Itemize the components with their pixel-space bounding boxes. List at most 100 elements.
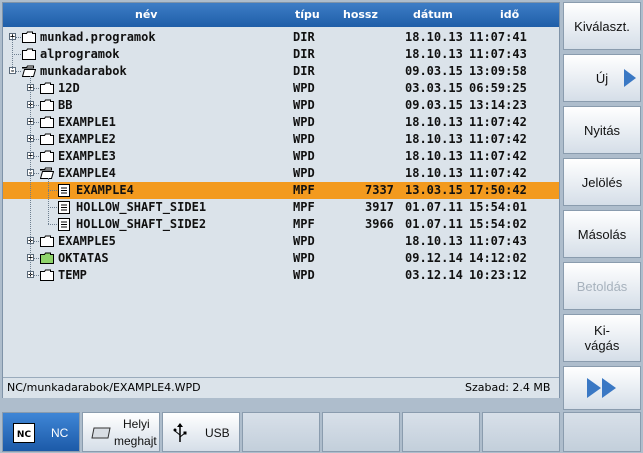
- row-time: 11:07:42: [469, 149, 527, 163]
- row-type: WPD: [293, 251, 315, 265]
- copy-softkey[interactable]: Másolás: [563, 210, 641, 258]
- row-size: 7337: [365, 183, 394, 197]
- row-type: WPD: [293, 166, 315, 180]
- table-row[interactable]: + TEMP WPD 03.12.14 10:23:12: [3, 267, 559, 284]
- row-name: HOLLOW_SHAFT_SIDE1: [76, 200, 207, 214]
- folder-icon: [40, 235, 54, 247]
- mark-softkey-label: Jelölés: [581, 174, 623, 190]
- table-row[interactable]: alprogramok DIR 18.10.13 11:07:43: [3, 46, 559, 63]
- row-date: 09.03.15: [405, 64, 463, 78]
- file-icon: [58, 218, 72, 231]
- table-row[interactable]: - EXAMPLE4 WPD 18.10.13 11:07:42: [3, 165, 559, 182]
- tree-connector: [48, 190, 57, 191]
- table-row[interactable]: + BB WPD 09.03.15 13:14:23: [3, 97, 559, 114]
- row-date: 03.12.14: [405, 268, 463, 282]
- folder-icon: [40, 150, 54, 162]
- tree-connector: [48, 178, 49, 224]
- window: név típu hossz dátum idő + munkad.program…: [0, 0, 643, 453]
- copy-softkey-label: Másolás: [577, 226, 627, 242]
- row-time: 11:07:42: [469, 132, 527, 146]
- table-row[interactable]: +12D WPD 03.03.15 06:59:25: [3, 80, 559, 97]
- row-type: MPF: [293, 217, 315, 231]
- softkey-blank-8[interactable]: [563, 412, 641, 452]
- col-date[interactable]: dátum: [413, 8, 453, 21]
- row-name: TEMP: [58, 268, 87, 282]
- cut-softkey[interactable]: Ki-vágás: [563, 314, 641, 362]
- row-name: EXAMPLE5: [58, 234, 116, 248]
- softkey-blank-4[interactable]: [242, 412, 320, 452]
- free-space: Szabad: 2.4 MB: [465, 381, 551, 394]
- arrow-right-icon: [624, 69, 636, 87]
- tree-connector: [34, 156, 39, 157]
- col-size[interactable]: hossz: [343, 8, 378, 21]
- row-time: 17:50:42: [469, 183, 527, 197]
- row-type: WPD: [293, 132, 315, 146]
- row-time: 13:14:23: [469, 98, 527, 112]
- table-row[interactable]: + OKTATAS WPD 09.12.14 14:12:02: [3, 250, 559, 267]
- tree-connector: [34, 122, 39, 123]
- tree-connector: [12, 37, 13, 71]
- table-row-selected[interactable]: EXAMPLE4 MPF 7337 13.03.15 17:50:42: [3, 182, 559, 199]
- select-softkey[interactable]: Kiválaszt.: [563, 2, 641, 50]
- file-icon: [58, 184, 72, 197]
- row-name: OKTATAS: [58, 251, 109, 265]
- col-time[interactable]: idő: [500, 8, 519, 21]
- row-name: EXAMPLE4: [76, 183, 134, 197]
- new-softkey[interactable]: Új: [563, 54, 641, 102]
- mark-softkey[interactable]: Jelölés: [563, 158, 641, 206]
- row-size: 3917: [365, 200, 394, 214]
- nc-icon: NC: [13, 423, 35, 443]
- local-drive-softkey[interactable]: Helyi meghajt: [82, 412, 160, 452]
- file-browser: név típu hossz dátum idő + munkad.program…: [2, 2, 560, 398]
- folder-open-icon: [21, 65, 37, 77]
- row-name: EXAMPLE2: [58, 132, 116, 146]
- row-date: 01.07.11: [405, 200, 463, 214]
- folder-icon: [40, 82, 54, 94]
- tree-connector: [30, 76, 31, 275]
- local-drive-label-1: Helyi: [123, 417, 150, 431]
- softkey-blank-6[interactable]: [402, 412, 480, 452]
- table-row[interactable]: - munkadarabok DIR 09.03.15 13:09:58: [3, 63, 559, 80]
- table-row[interactable]: HOLLOW_SHAFT_SIDE2 MPF 3966 01.07.11 15:54:0…: [3, 216, 559, 233]
- row-type: WPD: [293, 234, 315, 248]
- more-softkey[interactable]: [563, 366, 641, 410]
- row-date: 01.07.11: [405, 217, 463, 231]
- paste-softkey[interactable]: Betoldás: [563, 262, 641, 310]
- status-bar: NC/munkadarabok/EXAMPLE4.WPD Szabad: 2.4…: [3, 377, 559, 398]
- table-row[interactable]: + EXAMPLE3 WPD 18.10.13 11:07:42: [3, 148, 559, 165]
- row-date: 18.10.13: [405, 47, 463, 61]
- folder-icon: [40, 269, 54, 281]
- table-row[interactable]: + EXAMPLE2 WPD 18.10.13 11:07:42: [3, 131, 559, 148]
- open-softkey-label: Nyitás: [583, 122, 621, 138]
- row-time: 11:07:42: [469, 115, 527, 129]
- softkey-blank-7[interactable]: [482, 412, 560, 452]
- folder-open-icon: [39, 167, 55, 179]
- col-type[interactable]: típu: [295, 8, 320, 21]
- tree-connector: [34, 139, 39, 140]
- row-type: WPD: [293, 98, 315, 112]
- tree-connector: [16, 37, 21, 38]
- row-date: 09.03.15: [405, 98, 463, 112]
- row-name: munkadarabok: [40, 64, 127, 78]
- row-date: 03.03.15: [405, 81, 463, 95]
- table-row[interactable]: + EXAMPLE5 WPD 18.10.13 11:07:43: [3, 233, 559, 250]
- row-time: 11:07:42: [469, 166, 527, 180]
- softkey-blank-5[interactable]: [322, 412, 400, 452]
- row-type: DIR: [293, 64, 315, 78]
- cut-softkey-label: Ki-vágás: [585, 323, 620, 353]
- nc-softkey[interactable]: NC NC: [2, 412, 80, 452]
- col-name[interactable]: név: [135, 8, 157, 21]
- table-row[interactable]: HOLLOW_SHAFT_SIDE1 MPF 3917 01.07.11 15:54:0…: [3, 199, 559, 216]
- table-row[interactable]: + EXAMPLE1 WPD 18.10.13 11:07:42: [3, 114, 559, 131]
- row-time: 15:54:01: [469, 200, 527, 214]
- select-softkey-label: Kiválaszt.: [574, 18, 630, 34]
- open-softkey[interactable]: Nyitás: [563, 106, 641, 154]
- row-time: 11:07:43: [469, 47, 527, 61]
- table-row[interactable]: + munkad.programok DIR 18.10.13 11:07:41: [3, 29, 559, 46]
- row-date: 18.10.13: [405, 234, 463, 248]
- row-date: 18.10.13: [405, 115, 463, 129]
- row-date: 18.10.13: [405, 132, 463, 146]
- row-time: 14:12:02: [469, 251, 527, 265]
- usb-softkey[interactable]: USB: [162, 412, 240, 452]
- row-type: DIR: [293, 47, 315, 61]
